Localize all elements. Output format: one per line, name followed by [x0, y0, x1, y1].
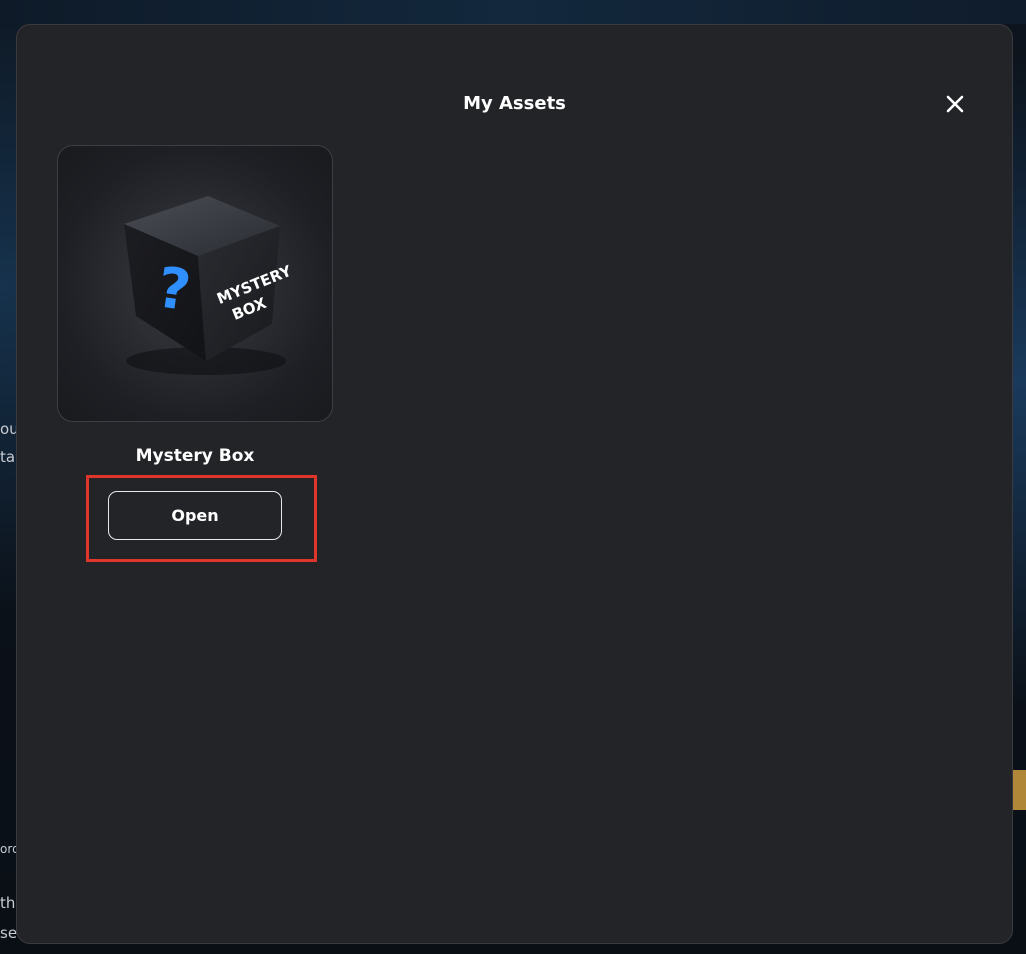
- modal-title: My Assets: [463, 93, 566, 114]
- mystery-box-image: ? MYSTERY BOX: [124, 196, 295, 375]
- background-header-band: [0, 0, 1026, 24]
- asset-name: Mystery Box: [135, 446, 255, 466]
- close-icon: [946, 95, 964, 113]
- open-button[interactable]: Open: [108, 491, 282, 540]
- close-button[interactable]: [940, 89, 970, 119]
- asset-card-image[interactable]: ? MYSTERY BOX: [57, 145, 333, 422]
- background-text-fragment: se: [0, 924, 18, 942]
- background-text-fragment: th: [0, 894, 16, 912]
- background-text-fragment: ta: [0, 448, 16, 466]
